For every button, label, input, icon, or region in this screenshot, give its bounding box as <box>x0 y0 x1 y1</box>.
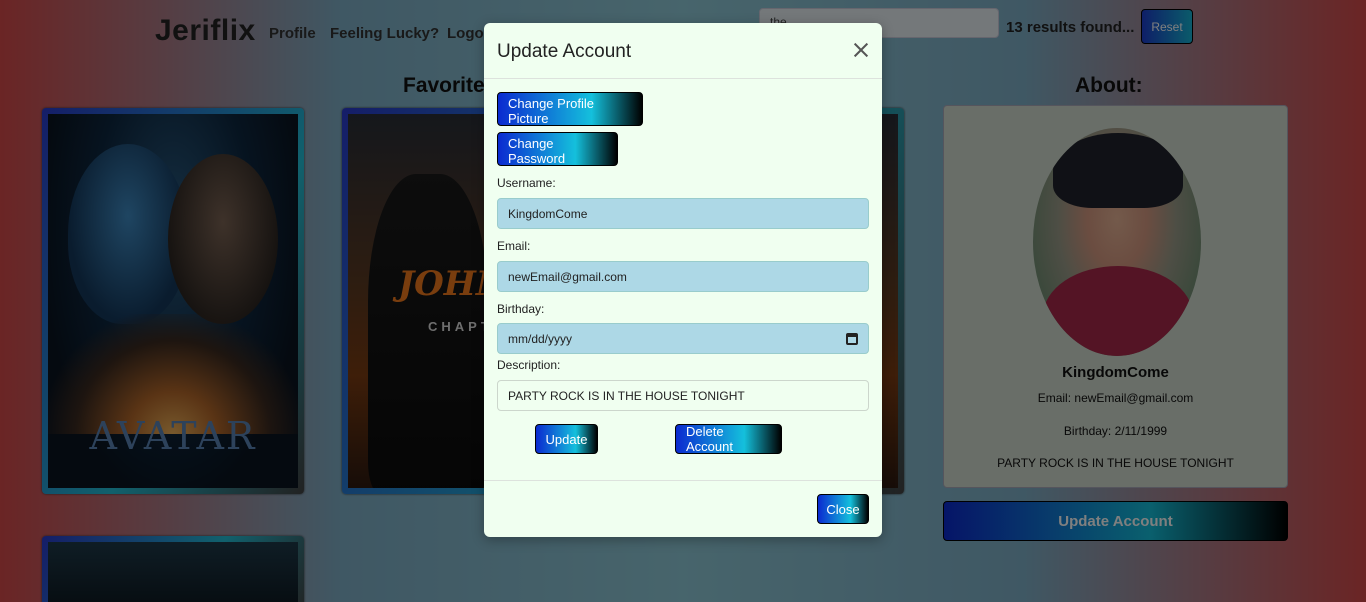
calendar-icon[interactable] <box>846 332 858 345</box>
modal-title: Update Account <box>497 41 632 62</box>
username-field[interactable]: KingdomCome <box>497 198 869 229</box>
modal-footer: Close <box>484 480 882 537</box>
delete-account-button[interactable]: Delete Account <box>675 424 782 454</box>
description-field[interactable]: PARTY ROCK IS IN THE HOUSE TONIGHT <box>497 380 869 411</box>
update-account-modal: Update Account Change Profile Picture Ch… <box>484 23 882 537</box>
change-profile-picture-button[interactable]: Change Profile Picture <box>497 92 643 126</box>
description-label: Description: <box>497 358 561 372</box>
birthday-field[interactable]: mm/dd/yyyy <box>497 323 869 354</box>
birthday-label: Birthday: <box>497 302 545 316</box>
close-icon[interactable] <box>850 39 872 61</box>
email-value: newEmail@gmail.com <box>508 269 627 284</box>
username-value: KingdomCome <box>508 206 588 221</box>
update-button[interactable]: Update <box>535 424 598 454</box>
email-label: Email: <box>497 239 531 253</box>
modal-header: Update Account <box>484 23 882 79</box>
email-field[interactable]: newEmail@gmail.com <box>497 261 869 292</box>
close-button[interactable]: Close <box>817 494 869 524</box>
username-label: Username: <box>497 176 556 190</box>
change-password-button[interactable]: Change Password <box>497 132 618 166</box>
birthday-placeholder: mm/dd/yyyy <box>508 331 573 346</box>
description-value: PARTY ROCK IS IN THE HOUSE TONIGHT <box>508 388 745 403</box>
